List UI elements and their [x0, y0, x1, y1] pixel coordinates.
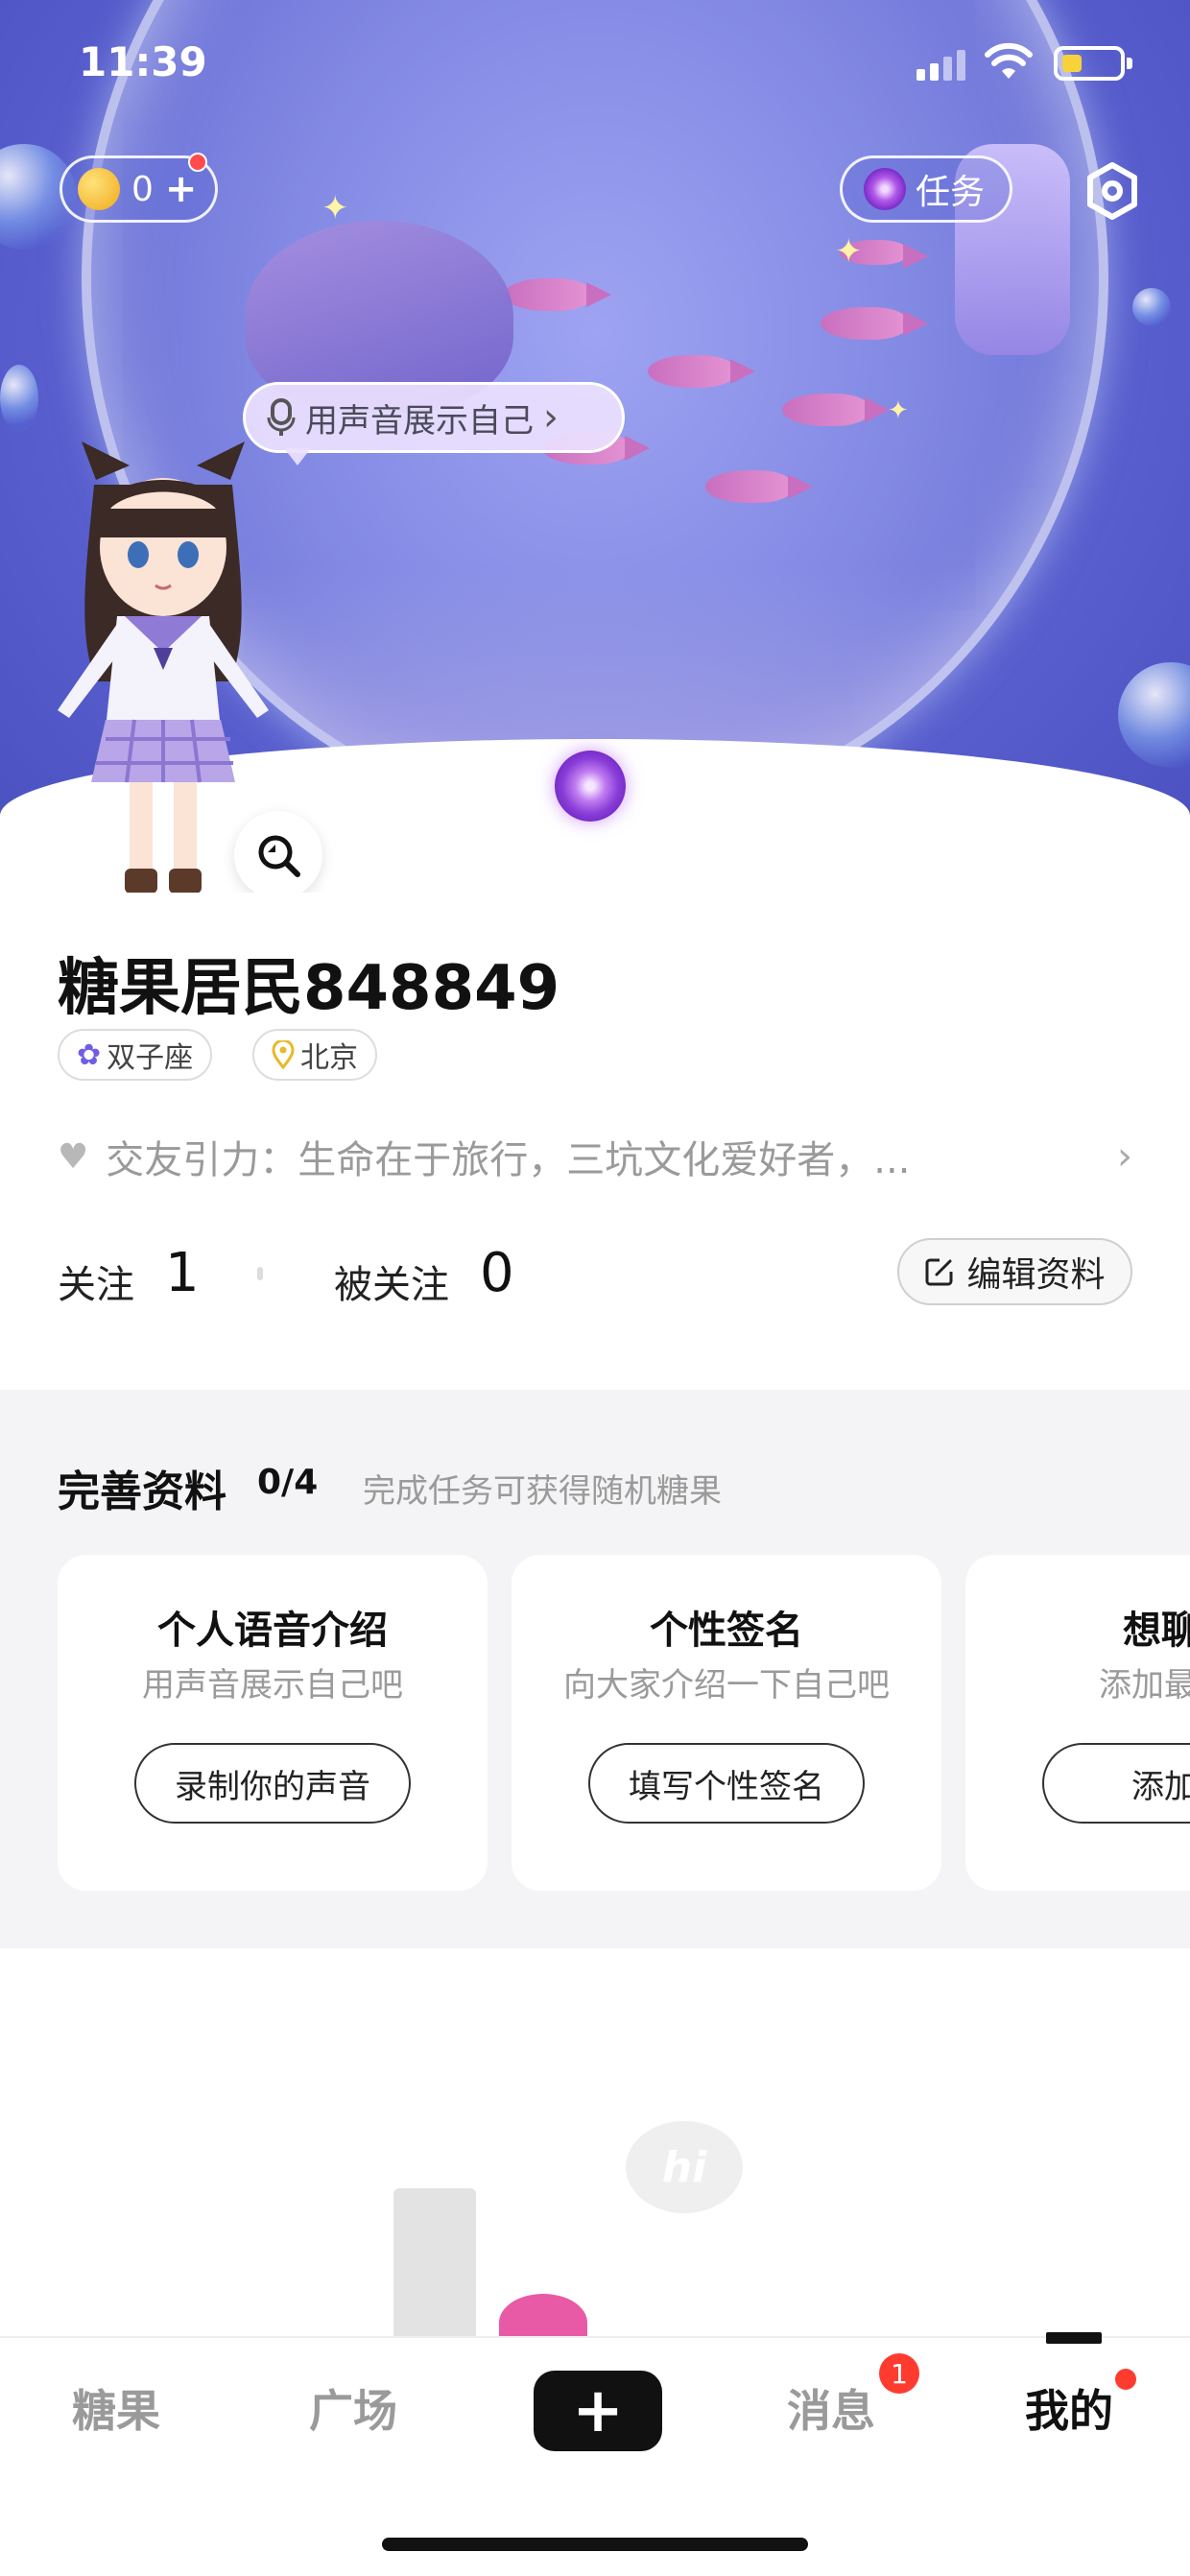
tab-square[interactable]: 广场 [309, 2376, 397, 2440]
following-label[interactable]: 关注 [58, 1253, 134, 1309]
coin-balance-button[interactable]: 0 + [60, 153, 218, 223]
coin-count: 0 [131, 169, 154, 209]
card-title: 想聊的 [1123, 1609, 1190, 1653]
heart-icon: ♥ [58, 1136, 89, 1177]
profile-completion-section: 完善资料 0/4 完成任务可获得随机糖果 个人语音介绍 用声音展示自己吧 录制你… [0, 1390, 1190, 1948]
avatar-zoom-button[interactable] [234, 811, 322, 893]
sparkle-decor: ✦ [835, 232, 863, 271]
settings-icon[interactable] [1083, 161, 1142, 221]
voice-prompt-text: 用声音展示自己 [305, 401, 534, 441]
sparkle-decor: ✦ [888, 396, 909, 425]
home-indicator [382, 2538, 808, 2551]
decor-bubble [0, 365, 38, 432]
notification-dot [1115, 2369, 1136, 2390]
fish-decor [648, 355, 755, 388]
notification-dot [188, 153, 207, 172]
task-label: 任务 [916, 173, 986, 212]
fish-decor [782, 394, 890, 426]
candy-swirl-icon [864, 168, 906, 210]
decor-bubble [1132, 288, 1171, 326]
candy-orb-icon[interactable] [555, 751, 626, 822]
illustration-bar [393, 2188, 476, 2342]
edit-icon [925, 1258, 953, 1286]
location-tag: 北京 [252, 1029, 377, 1081]
chevron-right-icon: › [1117, 1134, 1132, 1179]
voice-intro-bubble[interactable]: 用声音展示自己 › [243, 382, 625, 465]
write-signature-button[interactable]: 填写个性签名 [588, 1743, 865, 1824]
task-button[interactable]: 任务 [840, 155, 1012, 223]
record-voice-button[interactable]: 录制你的声音 [134, 1743, 411, 1824]
divider [257, 1267, 263, 1280]
completion-title: 完善资料 [58, 1467, 226, 1516]
follow-stats: 关注 1 被关注 0 编辑资料 [58, 1238, 1132, 1309]
status-time: 11:39 [79, 38, 207, 85]
battery-icon [1054, 46, 1132, 81]
location-label: 北京 [300, 1041, 358, 1075]
hi-bubble-icon: hi [626, 2121, 743, 2213]
flower-icon: ✿ [77, 1038, 102, 1072]
card-subtitle: 添加最近想 [1099, 1666, 1190, 1705]
fish-decor [705, 470, 813, 503]
cell-signal-icon [916, 50, 965, 81]
completion-hint: 完成任务可获得随机糖果 [363, 1472, 722, 1511]
zodiac-tag: ✿ 双子座 [58, 1029, 213, 1081]
card-subtitle: 向大家介绍一下自己吧 [563, 1666, 890, 1705]
fish-decor [504, 278, 611, 311]
bio-row[interactable]: ♥ 交友引力：生命在于旅行，三坑文化爱好者，... › [58, 1123, 1132, 1190]
followers-count[interactable]: 0 [480, 1242, 514, 1304]
sparkle-decor: ✦ [321, 189, 349, 227]
profile-hero: ✦ ✦ ✦ 11:39 0 + 任务 用声音展示自己 › [0, 0, 1190, 893]
decor-bubble [1118, 662, 1190, 768]
username: 糖果居民848849 [58, 953, 560, 1024]
coin-plus-icon: + [164, 167, 198, 211]
mic-icon [267, 398, 296, 436]
coin-icon [78, 168, 120, 210]
edit-profile-label: 编辑资料 [966, 1255, 1106, 1295]
fish-decor [821, 307, 928, 340]
task-card-signature: 个性签名 向大家介绍一下自己吧 填写个性签名 [512, 1555, 941, 1891]
create-button[interactable]: + [534, 2371, 662, 2451]
card-subtitle: 用声音展示自己吧 [142, 1666, 403, 1705]
task-card-topics: 想聊的 添加最近想 添加话 [965, 1555, 1190, 1891]
zodiac-label: 双子座 [107, 1041, 194, 1075]
completion-progress: 0/4 [257, 1463, 319, 1502]
following-count[interactable]: 1 [165, 1242, 200, 1304]
messages-badge: 1 [879, 2353, 919, 2394]
followers-label[interactable]: 被关注 [334, 1253, 449, 1309]
magnify-icon [258, 835, 300, 877]
bio-text: 交友引力：生命在于旅行，三坑文化爱好者，... [106, 1138, 911, 1182]
location-pin-icon [272, 1040, 295, 1069]
task-card-voice: 个人语音介绍 用声音展示自己吧 录制你的声音 [58, 1555, 488, 1891]
tab-messages[interactable]: 消息 [787, 2376, 875, 2440]
add-topic-button[interactable]: 添加话 [1042, 1743, 1190, 1824]
chevron-right-icon: › [543, 395, 559, 440]
edit-profile-button[interactable]: 编辑资料 [897, 1238, 1132, 1305]
tab-candy[interactable]: 糖果 [72, 2376, 160, 2440]
card-title: 个人语音介绍 [157, 1609, 388, 1653]
wifi-icon [985, 42, 1033, 79]
tab-me[interactable]: 我的 [1025, 2376, 1113, 2440]
active-tab-indicator [1046, 2332, 1102, 2344]
card-title: 个性签名 [650, 1609, 803, 1653]
